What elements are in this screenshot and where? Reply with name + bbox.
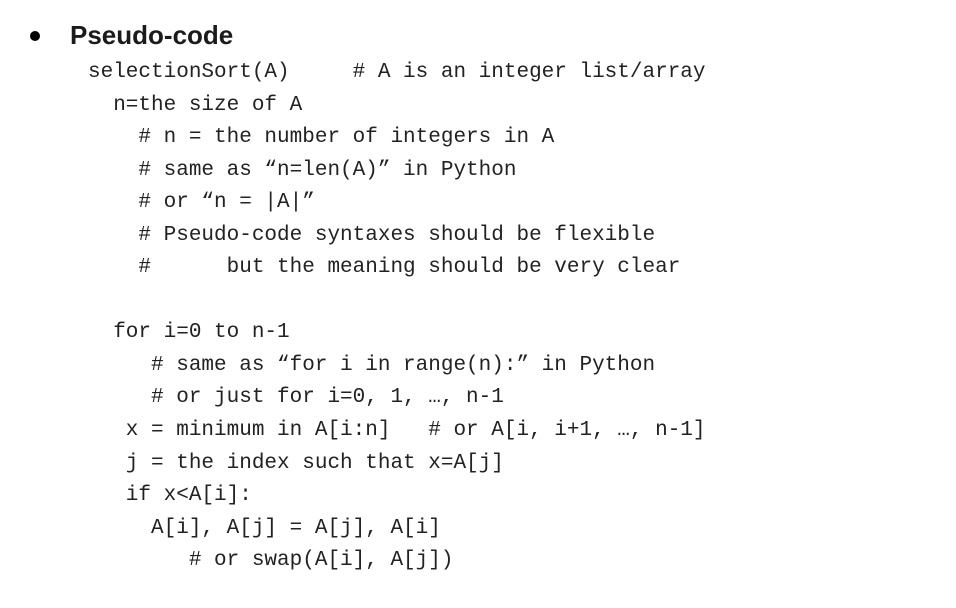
code-line: # same as “for i in range(n):” in Python xyxy=(88,354,655,377)
bullet-icon xyxy=(30,31,40,41)
code-line: selectionSort(A) # A is an integer list/… xyxy=(88,61,706,84)
code-line: # or swap(A[i], A[j]) xyxy=(88,549,453,572)
code-line: # or just for i=0, 1, …, n-1 xyxy=(88,386,504,409)
header-title: Pseudo-code xyxy=(70,20,233,51)
pseudocode-block: selectionSort(A) # A is an integer list/… xyxy=(88,57,926,578)
code-line: # n = the number of integers in A xyxy=(88,126,554,149)
code-line: n=the size of A xyxy=(88,94,302,117)
code-line: for i=0 to n-1 xyxy=(88,321,290,344)
code-line: # but the meaning should be very clear xyxy=(88,256,680,279)
code-line: # or “n = |A|” xyxy=(88,191,315,214)
bullet-header: Pseudo-code xyxy=(30,20,926,51)
code-line: x = minimum in A[i:n] # or A[i, i+1, …, … xyxy=(88,419,706,442)
code-line: A[i], A[j] = A[j], A[i] xyxy=(88,517,441,540)
code-line: if x<A[i]: xyxy=(88,484,252,507)
code-line: j = the index such that x=A[j] xyxy=(88,452,504,475)
code-line: # Pseudo-code syntaxes should be flexibl… xyxy=(88,224,655,247)
code-line: # same as “n=len(A)” in Python xyxy=(88,159,516,182)
